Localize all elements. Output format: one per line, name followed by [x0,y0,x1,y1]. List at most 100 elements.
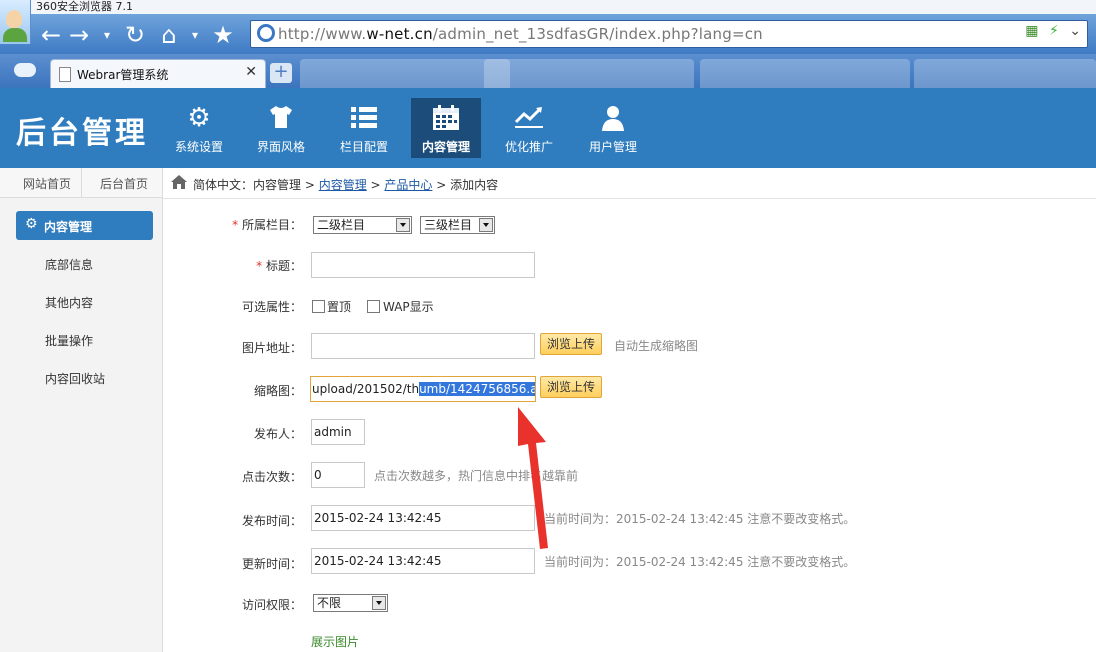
category-level3-select[interactable]: 三级栏目 [420,216,495,234]
gear-icon: ⚙ [25,216,38,232]
image-url-input[interactable] [311,333,535,359]
category-label-text: 所属栏目： [241,218,302,232]
sidebar: 网站首页 后台首页 ⚙ 内容管理 底部信息 其他内容 批量操作 内容回收站 [0,168,163,652]
breadcrumb-prefix: 简体中文：内容管理 > [193,178,319,192]
top-checkbox[interactable] [312,300,325,313]
publish-time-hint: 当前时间为：2015-02-24 13:42:45 注意不要改变格式。 [544,512,856,526]
breadcrumb-text: 简体中文：内容管理 > 内容管理 > 产品中心 > 添加内容 [193,176,498,193]
address-url[interactable]: http://www.w-net.cn/admin_net_13sdfasGR/… [278,25,763,43]
menu-label: 用户管理 [588,140,637,154]
menu-seo-promotion[interactable]: 优化推广 [494,98,564,158]
menu-theme[interactable]: 界面风格 [246,98,316,158]
top-checkbox-label: 置顶 [327,300,352,314]
menu-column-config[interactable]: 栏目配置 [329,98,399,158]
show-images-link[interactable]: 展示图片 [311,633,359,650]
browser-tab-active[interactable]: Webrar管理系统 ✕ [50,59,266,89]
history-dropdown-icon[interactable]: ▾ [92,20,122,50]
hits-label: 点击次数： [241,470,302,484]
refresh-icon[interactable]: ↻ [120,20,150,50]
url-prefix: http://www. [278,25,367,43]
list-icon [329,104,399,136]
browser-title-bar: 360安全浏览器 7.1 [0,0,1096,14]
publish-time-input[interactable]: 2015-02-24 13:42:45 [311,505,535,531]
tab-label: Webrar管理系统 [77,68,169,82]
thumb-input[interactable]: upload/201502/thumb/1424756856.asa [310,376,536,402]
sidebar-item-footer-info[interactable]: 底部信息 [45,256,93,273]
home-dropdown-icon[interactable]: ▾ [180,20,210,50]
address-tools: ▦ ⚡ ⌄ [1025,23,1081,39]
image-hint: 自动生成缩略图 [614,339,699,353]
speed-mode-icon[interactable]: ⚡ [1049,23,1059,39]
menu-label: 界面风格 [256,140,305,154]
author-label: 发布人： [253,427,302,441]
wap-checkbox[interactable] [367,300,380,313]
new-tab-button[interactable]: + [270,63,292,83]
title-label-text: 标题： [265,259,302,273]
chevron-down-icon [396,218,410,232]
back-arrow-icon[interactable]: ← [36,20,66,50]
menu-system-settings[interactable]: ⚙ 系统设置 [164,98,234,158]
cloud-icon[interactable] [14,63,36,77]
title-input[interactable] [311,252,535,278]
browser-tab-blurred-3[interactable] [700,59,910,88]
address-dropdown-icon[interactable]: ⌄ [1069,23,1081,39]
chart-icon [494,104,564,136]
menu-content-management[interactable]: 内容管理 [411,98,481,158]
breadcrumb: 简体中文：内容管理 > 内容管理 > 产品中心 > 添加内容 [163,168,1096,199]
category-label: * 所属栏目： [232,218,302,232]
sidebar-tab-site-home[interactable]: 网站首页 [23,175,71,192]
title-label: * 标题： [256,259,302,273]
menu-label: 系统设置 [174,140,223,154]
hits-input[interactable]: 0 [311,462,365,488]
logo: 后台管理 [16,116,148,151]
sidebar-item-batch-operation[interactable]: 批量操作 [45,332,93,349]
shirt-icon [246,104,316,136]
breadcrumb-current: > 添加内容 [432,178,499,192]
select-value: 二级栏目 [317,218,366,232]
favorite-star-icon[interactable]: ★ [208,20,238,50]
admin-header: 后台管理 ⚙ 系统设置 界面风格 栏目配置 内容管理 优化推广 用户管理 [0,88,1096,168]
sidebar-item-content-management[interactable]: ⚙ 内容管理 [16,211,153,240]
sidebar-item-label: 内容管理 [44,220,93,234]
publish-time-label: 发布时间： [241,514,302,528]
browser-tab-blurred-4[interactable] [914,59,1096,88]
update-time-input[interactable]: 2015-02-24 13:42:45 [311,548,535,574]
sidebar-tab-admin-home[interactable]: 后台首页 [100,175,148,192]
user-icon [578,104,648,138]
window-title: 360安全浏览器 7.1 [36,0,133,13]
user-avatar[interactable] [0,0,31,44]
update-time-hint: 当前时间为：2015-02-24 13:42:45 注意不要改变格式。 [544,555,856,569]
chevron-down-icon [479,218,493,232]
qr-code-icon[interactable]: ▦ [1025,23,1038,39]
menu-user-management[interactable]: 用户管理 [578,98,648,158]
sidebar-item-recycle-bin[interactable]: 内容回收站 [45,370,105,387]
wap-checkbox-label: WAP显示 [383,300,434,314]
close-icon[interactable]: ✕ [245,64,257,80]
upload-thumb-button[interactable]: 浏览上传 [540,376,602,398]
sidebar-item-other-content[interactable]: 其他内容 [45,294,93,311]
upload-image-button[interactable]: 浏览上传 [540,333,602,355]
breadcrumb-link-products[interactable]: 产品中心 [384,178,432,192]
select-value: 不限 [317,596,342,610]
gear-icon: ⚙ [187,103,211,133]
update-time-label: 更新时间： [241,557,302,571]
browser-tab-blurred-1[interactable] [300,59,510,88]
thumb-value-selected: umb/1424756856.asa [419,382,535,396]
thumb-value: upload/201502/th [312,382,420,396]
site-security-icon [257,24,275,42]
browser-toolbar: ← → ▾ ↻ ⌂ ▾ ★ http://www.w-net.cn/admin_… [0,14,1096,54]
hits-hint: 点击次数越多，热门信息中排名越靠前 [374,469,579,483]
menu-label: 栏目配置 [339,140,388,154]
browser-tab-blurred-2[interactable] [484,59,694,88]
breadcrumb-link-content[interactable]: 内容管理 [319,178,367,192]
author-input[interactable]: admin [311,419,365,445]
calendar-icon [411,104,481,138]
page-icon [59,67,71,82]
access-select[interactable]: 不限 [313,594,388,612]
attrs-label: 可选属性： [241,300,302,314]
forward-arrow-icon[interactable]: → [64,20,94,50]
address-bar[interactable]: http://www.w-net.cn/admin_net_13sdfasGR/… [250,20,1088,48]
menu-label: 内容管理 [421,140,470,154]
category-level2-select[interactable]: 二级栏目 [313,216,412,234]
avatar-face [6,10,22,28]
